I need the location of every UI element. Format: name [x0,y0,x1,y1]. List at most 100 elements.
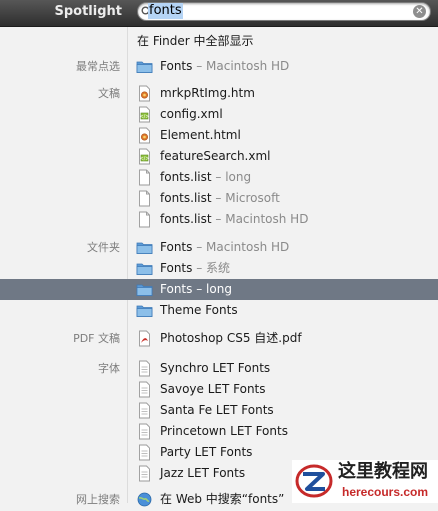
result-row[interactable]: 文件夹 Fonts – Macintosh HD [0,237,438,258]
result-text: Fonts – long [160,279,232,300]
result-title: Jazz LET Fonts [160,466,246,480]
search-query-text[interactable]: fonts [148,3,183,19]
svg-text:</>: </> [139,114,149,120]
result-title: Princetown LET Fonts [160,424,288,438]
clear-search-icon[interactable]: ✕ [413,5,426,18]
subtitle-separator: – [211,191,226,205]
html-file-icon [136,85,153,102]
result-text: fonts.list – Macintosh HD [160,209,308,230]
result-row[interactable]: Fonts – long [0,279,438,300]
result-text: Fonts – 系统 [160,258,230,279]
result-text: featureSearch.xml [160,146,271,167]
result-text: mrkpRtImg.htm [160,83,255,104]
result-row[interactable]: Savoye LET Fonts [0,379,438,400]
subtitle-separator: – [192,240,207,254]
result-text: Fonts – Macintosh HD [160,56,289,77]
result-location: Macintosh HD [206,59,290,73]
document-icon [136,169,153,186]
watermark-mark-icon [295,464,333,498]
result-row[interactable]: Princetown LET Fonts [0,421,438,442]
result-title: Synchro LET Fonts [160,361,271,375]
result-text: Element.html [160,125,241,146]
result-title: 在 Finder 中全部显示 [137,34,254,48]
category-label: 文件夹 [87,241,120,254]
result-title: Fonts [160,240,193,254]
result-title: mrkpRtImg.htm [160,86,255,100]
subtitle-separator: – [192,59,207,73]
result-title: Savoye LET Fonts [160,382,266,396]
result-text: Party LET Fonts [160,442,252,463]
result-row[interactable]: 最常点选 Fonts – Macintosh HD [0,56,438,77]
result-row[interactable]: 字体 Synchro LET Fonts [0,358,438,379]
result-text: Savoye LET Fonts [160,379,266,400]
result-title: 在 Web 中搜索“fonts” [160,492,285,506]
result-row[interactable]: PDF 文稿 Photoshop CS5 自述.pdf [0,328,438,349]
result-text: Theme Fonts [160,300,238,321]
folder-icon [136,260,153,277]
subtitle-separator: – [211,170,226,184]
subtitle-separator: – [192,282,207,296]
result-text: Princetown LET Fonts [160,421,288,442]
result-row[interactable]: Fonts – 系统 [0,258,438,279]
globe-icon [136,491,153,508]
result-row[interactable]: fonts.list – Macintosh HD [0,209,438,230]
result-row[interactable]: Theme Fonts [0,300,438,321]
result-text: fonts.list – long [160,167,251,188]
result-title: Fonts [160,282,193,296]
result-text: Fonts – Macintosh HD [160,237,289,258]
result-location: Microsoft [225,191,280,205]
document-icon [136,190,153,207]
result-text: config.xml [160,104,223,125]
result-title: Photoshop CS5 自述.pdf [160,331,302,345]
font-file-icon [136,402,153,419]
result-location: Macintosh HD [206,240,290,254]
folder-icon [136,281,153,298]
result-title: fonts.list [160,212,212,226]
result-location: Macintosh HD [225,212,309,226]
font-file-icon [136,360,153,377]
xml-file-icon: </> [136,148,153,165]
pdf-file-icon [136,330,153,347]
watermark-url: herecours.com [342,485,429,499]
result-text: Santa Fe LET Fonts [160,400,274,421]
result-row[interactable]: fonts.list – Microsoft [0,188,438,209]
font-file-icon [136,465,153,482]
result-row[interactable]: Element.html [0,125,438,146]
spotlight-title: Spotlight [54,4,122,19]
category-label: 网上搜索 [76,493,120,506]
result-text: 在 Finder 中全部显示 [137,31,254,52]
category-label: PDF 文稿 [73,332,120,345]
search-input[interactable]: fonts ✕ [137,2,431,21]
result-row[interactable]: Santa Fe LET Fonts [0,400,438,421]
result-title: Party LET Fonts [160,445,253,459]
result-row[interactable]: 在 Finder 中全部显示 [0,31,438,52]
result-text: fonts.list – Microsoft [160,188,280,209]
result-text: Photoshop CS5 自述.pdf [160,328,302,349]
xml-file-icon: </> [136,106,153,123]
html-file-icon [136,127,153,144]
result-row[interactable]: </> config.xml [0,104,438,125]
results-list: 在 Finder 中全部显示最常点选 Fonts – Macintosh HD 文稿… [0,27,438,507]
result-title: Theme Fonts [160,303,238,317]
result-text: Jazz LET Fonts [160,463,245,484]
subtitle-separator: – [211,212,226,226]
result-location: long [225,170,252,184]
result-row[interactable]: 文稿 mrkpRtImg.htm [0,83,438,104]
font-file-icon [136,423,153,440]
folder-icon [136,58,153,75]
result-row[interactable]: </> featureSearch.xml [0,146,438,167]
result-row[interactable]: fonts.list – long [0,167,438,188]
document-icon [136,211,153,228]
font-file-icon [136,444,153,461]
folder-icon [136,239,153,256]
watermark-title: 这里教程网 [338,461,428,482]
spotlight-header: Spotlight fonts ✕ [0,0,438,27]
watermark-logo: 这里教程网 herecours.com [292,460,438,503]
subtitle-separator: – [192,261,207,275]
result-title: Santa Fe LET Fonts [160,403,274,417]
result-text: 在 Web 中搜索“fonts” [160,489,284,510]
result-title: featureSearch.xml [160,149,271,163]
result-location: long [206,282,232,296]
result-title: fonts.list [160,191,212,205]
result-title: Fonts [160,59,193,73]
